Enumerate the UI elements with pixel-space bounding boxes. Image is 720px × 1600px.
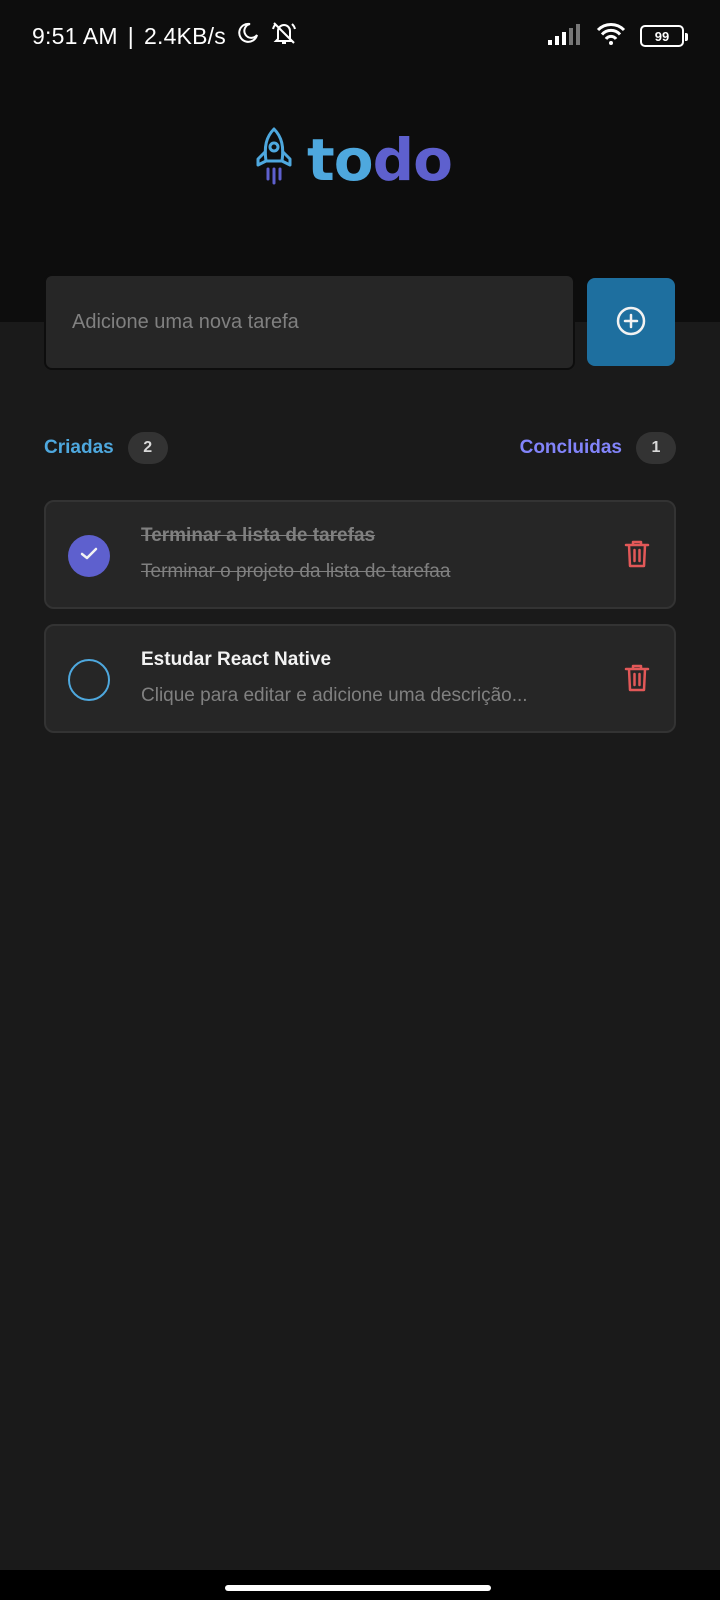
new-task-form bbox=[44, 274, 676, 370]
task-list: Terminar a lista de tarefas Terminar o p… bbox=[44, 500, 676, 748]
task-counters: Criadas 2 Concluidas 1 bbox=[44, 432, 676, 464]
task-description: Clique para editar e adicione uma descri… bbox=[141, 685, 528, 706]
task-title: Estudar React Native bbox=[141, 649, 332, 670]
status-separator: | bbox=[127, 22, 134, 49]
delete-task-button[interactable] bbox=[622, 540, 652, 572]
moon-icon bbox=[236, 21, 260, 51]
bell-off-icon bbox=[270, 20, 298, 52]
task-content[interactable]: Terminar a lista de tarefas Terminar o p… bbox=[141, 525, 591, 583]
battery-level: 99 bbox=[654, 28, 670, 44]
battery-icon: 99 bbox=[640, 25, 688, 47]
done-label: Concluidas bbox=[519, 437, 622, 458]
trash-icon bbox=[624, 663, 650, 698]
task-checkbox[interactable] bbox=[68, 535, 110, 577]
status-bar: 9:51 AM | 2.4KB/s 99 bbox=[0, 0, 720, 72]
task-checkbox[interactable] bbox=[68, 659, 110, 701]
logo-text-do: do bbox=[372, 125, 453, 194]
plus-circle-icon bbox=[615, 305, 647, 340]
delete-task-button[interactable] bbox=[622, 664, 652, 696]
task-content[interactable]: Estudar React Native Clique para editar … bbox=[141, 649, 591, 707]
logo-wordmark: todo bbox=[307, 131, 453, 189]
system-nav-bar bbox=[0, 1570, 720, 1600]
checkmark-icon bbox=[80, 547, 98, 566]
signal-icon bbox=[548, 23, 582, 50]
status-net-speed: 2.4KB/s bbox=[143, 22, 226, 49]
wifi-icon bbox=[596, 22, 626, 51]
task-item[interactable]: Estudar React Native Clique para editar … bbox=[44, 624, 676, 733]
add-task-button[interactable] bbox=[587, 278, 675, 366]
task-title: Terminar a lista de tarefas bbox=[141, 525, 376, 546]
created-label: Criadas bbox=[44, 437, 114, 458]
status-time: 9:51 AM bbox=[32, 22, 118, 49]
created-count-badge: 2 bbox=[127, 432, 168, 464]
task-item[interactable]: Terminar a lista de tarefas Terminar o p… bbox=[44, 500, 676, 609]
done-count-badge: 1 bbox=[636, 432, 676, 464]
status-right: 99 bbox=[548, 22, 688, 51]
app-logo: todo bbox=[255, 127, 453, 192]
created-counter: Criadas 2 bbox=[44, 432, 168, 464]
task-description: Terminar o projeto da lista de tarefaa bbox=[141, 561, 451, 582]
trash-icon bbox=[624, 539, 650, 574]
rocket-icon bbox=[255, 127, 293, 192]
app-screen: 9:51 AM | 2.4KB/s 99 todo Adicione uma n… bbox=[0, 0, 720, 1600]
home-indicator[interactable] bbox=[225, 1585, 491, 1591]
logo-text-to: to bbox=[307, 125, 374, 194]
status-left: 9:51 AM | 2.4KB/s bbox=[32, 20, 298, 52]
new-task-input[interactable] bbox=[44, 274, 575, 370]
done-counter: Concluidas 1 bbox=[520, 432, 676, 464]
